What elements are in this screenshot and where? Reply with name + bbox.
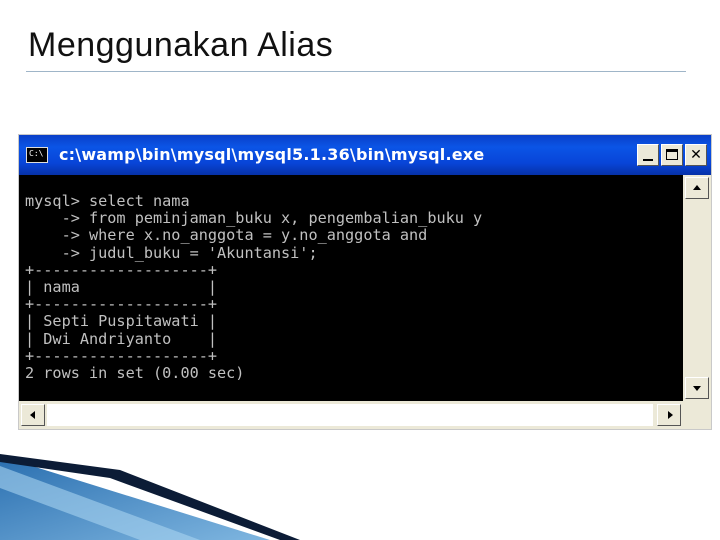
arrow-right-icon	[668, 411, 673, 419]
console-output-area[interactable]: mysql> select nama -> from peminjaman_bu…	[19, 175, 683, 401]
console-text: mysql> select nama -> from peminjaman_bu…	[25, 192, 483, 383]
maximize-button[interactable]	[661, 144, 683, 166]
vertical-scrollbar[interactable]	[683, 175, 711, 401]
window-title: c:\wamp\bin\mysql\mysql5.1.36\bin\mysql.…	[59, 145, 485, 164]
scroll-down-button[interactable]	[685, 377, 709, 399]
minimize-button[interactable]	[637, 144, 659, 166]
console-app-icon[interactable]	[26, 147, 48, 163]
console-window: c:\wamp\bin\mysql\mysql5.1.36\bin\mysql.…	[18, 134, 712, 430]
arrow-up-icon	[693, 185, 701, 190]
window-titlebar[interactable]: c:\wamp\bin\mysql\mysql5.1.36\bin\mysql.…	[19, 135, 711, 175]
arrow-left-icon	[30, 411, 35, 419]
horizontal-scrollbar[interactable]	[19, 401, 683, 429]
scroll-up-button[interactable]	[685, 177, 709, 199]
title-divider	[26, 71, 686, 72]
close-button[interactable]	[685, 144, 707, 166]
scroll-right-button[interactable]	[657, 404, 681, 426]
horizontal-scroll-thumb[interactable]	[47, 404, 653, 426]
slide-title: Menggunakan Alias	[28, 26, 334, 64]
arrow-down-icon	[693, 386, 701, 391]
scroll-left-button[interactable]	[21, 404, 45, 426]
decorative-swoosh	[0, 454, 300, 540]
resize-grip[interactable]	[683, 401, 711, 429]
